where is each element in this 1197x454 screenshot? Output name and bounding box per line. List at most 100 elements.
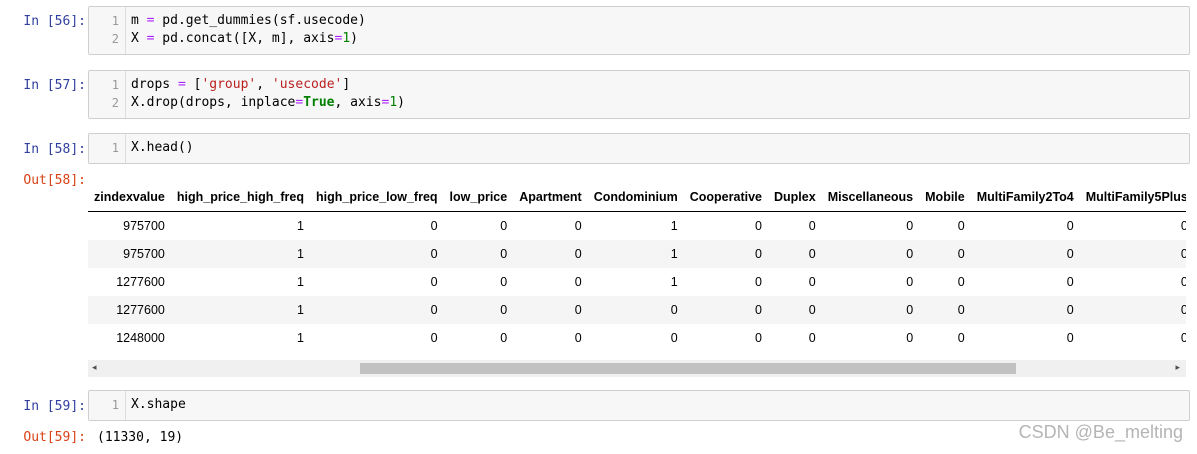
- column-header: Condominium: [587, 183, 684, 212]
- table-cell: 0: [957, 331, 965, 345]
- table-cell: 1: [297, 219, 304, 233]
- scroll-right-arrow-icon[interactable]: ▸: [1175, 363, 1180, 373]
- table-cell: 0: [1066, 331, 1074, 345]
- code-line[interactable]: X.drop(drops, inplace=True, axis=1): [131, 95, 405, 110]
- table-cell: 0: [309, 296, 444, 324]
- table-cell: 1: [670, 219, 678, 233]
- table-cell: 1: [297, 275, 304, 289]
- table-cell: 0: [1066, 275, 1074, 289]
- column-header: Miscellaneous: [821, 183, 920, 212]
- table-cell: 0: [500, 275, 508, 289]
- code-line[interactable]: X = pd.concat([X, m], axis=1): [131, 31, 358, 46]
- table-cell: 0: [919, 240, 971, 268]
- table-cell: 0: [957, 219, 965, 233]
- table-cell: 0: [1180, 331, 1186, 345]
- table-cell: 0: [683, 296, 768, 324]
- line-number: 2: [111, 32, 119, 46]
- table-cell: 0: [443, 240, 514, 268]
- line-number: 1: [111, 141, 119, 155]
- table-row: 1277600 1 0 0 0 1 0 0 0 0 0 0: [88, 268, 1186, 296]
- table-cell: 0: [755, 275, 762, 289]
- column-header: zindexvalue: [88, 183, 171, 212]
- column-header: MultiFamily2To4: [970, 183, 1080, 212]
- table-row: 975700 1 0 0 0 1 0 0 0 0 0 0: [88, 212, 1186, 241]
- input-prompt-56: In [56]:: [23, 14, 86, 29]
- table-cell: 0: [808, 275, 816, 289]
- table-cell: 0: [808, 331, 816, 345]
- table-cell: 0: [821, 240, 920, 268]
- dataframe-output: zindexvalue high_price_high_freq high_pr…: [88, 183, 1186, 361]
- output-prompt-58: Out[58]:: [23, 173, 86, 188]
- table-cell: 0: [513, 296, 588, 324]
- table-cell: 0: [808, 219, 816, 233]
- table-cell: 0: [1079, 296, 1186, 324]
- horizontal-scrollbar[interactable]: ◂ ▸: [88, 360, 1186, 377]
- line-number: 1: [111, 78, 119, 92]
- table-cell: 975700: [123, 219, 165, 233]
- table-row: 975700 1 0 0 0 1 0 0 0 0 0 0: [88, 240, 1186, 268]
- column-header: Duplex: [768, 183, 822, 212]
- table-cell: 0: [1079, 240, 1186, 268]
- table-cell: 0: [821, 296, 920, 324]
- shape-output: (11330, 19): [97, 430, 184, 445]
- watermark: CSDN @Be_melting: [1018, 422, 1183, 442]
- table-cell: 1277600: [88, 296, 171, 324]
- table-cell: 1277600: [116, 275, 165, 289]
- header-row: zindexvalue high_price_high_freq high_pr…: [88, 183, 1186, 212]
- line-number: 1: [111, 14, 119, 28]
- input-prompt-59: In [59]:: [23, 399, 86, 414]
- table-cell: 0: [970, 296, 1080, 324]
- line-number: 2: [111, 96, 119, 110]
- table-cell: 0: [755, 331, 762, 345]
- input-prompt-58: In [58]:: [23, 142, 86, 157]
- table-cell: 0: [1180, 219, 1186, 233]
- code-text: m = pd.get_dummies(sf.usecode): [131, 13, 366, 28]
- line-number: 1: [111, 398, 119, 412]
- table-cell: 0: [1180, 275, 1186, 289]
- table-cell: 0: [430, 219, 438, 233]
- table-cell: 0: [430, 331, 438, 345]
- table-cell: 0: [919, 296, 971, 324]
- column-header: Cooperative: [683, 183, 768, 212]
- code-line[interactable]: m = pd.get_dummies(sf.usecode): [131, 13, 366, 28]
- code-text: X.drop(drops, inplace=True, axis=1): [131, 95, 405, 110]
- code-line[interactable]: drops = ['group', 'usecode']: [131, 77, 350, 92]
- code-cell-59[interactable]: 1 X.shape: [88, 390, 1190, 421]
- table-cell: 1: [670, 275, 678, 289]
- table-cell: 1: [170, 296, 310, 324]
- table-cell: 0: [755, 219, 762, 233]
- code-text: X.shape: [131, 397, 186, 412]
- code-line[interactable]: X.head(): [131, 140, 194, 155]
- table-cell: 1: [587, 240, 684, 268]
- table-cell: 1: [170, 240, 310, 268]
- table-cell: 0: [443, 296, 514, 324]
- scrollbar-thumb[interactable]: [360, 363, 1016, 374]
- table-cell: 0: [970, 240, 1080, 268]
- column-header: Mobile: [919, 183, 971, 212]
- table-cell: 0: [906, 275, 914, 289]
- code-text: drops = ['group', 'usecode']: [131, 77, 351, 92]
- input-prompt-57: In [57]:: [23, 78, 86, 93]
- table-cell: 0: [513, 240, 588, 268]
- table-cell: 0: [574, 219, 582, 233]
- code-cell-58[interactable]: 1 X.head(): [88, 133, 1190, 164]
- table-cell: 0: [768, 240, 822, 268]
- table-cell: 0: [906, 331, 914, 345]
- table-cell: 0: [500, 219, 508, 233]
- scroll-left-arrow-icon[interactable]: ◂: [92, 363, 97, 373]
- code-text: X = pd.concat([X, m], axis=1): [131, 31, 358, 46]
- table-cell: 0: [430, 275, 438, 289]
- column-header: high_price_low_freq: [309, 183, 444, 212]
- table-cell: 0: [500, 331, 508, 345]
- table-cell: 0: [768, 296, 822, 324]
- code-line[interactable]: X.shape: [131, 397, 186, 412]
- code-cell-56[interactable]: 1 2 m = pd.get_dummies(sf.usecode) X = p…: [88, 6, 1190, 55]
- code-cell-57[interactable]: 1 2 drops = ['group', 'usecode'] X.drop(…: [88, 70, 1190, 119]
- table-cell: 0: [670, 331, 678, 345]
- table-cell: 1248000: [116, 331, 165, 345]
- code-text: X.head(): [131, 140, 194, 155]
- column-header: low_price: [443, 183, 514, 212]
- table-row: 1277600 1 0 0 0 0 0 0 0 0 0 0: [88, 296, 1186, 324]
- output-prompt-59: Out[59]:: [23, 430, 86, 445]
- table-cell: 1: [297, 331, 304, 345]
